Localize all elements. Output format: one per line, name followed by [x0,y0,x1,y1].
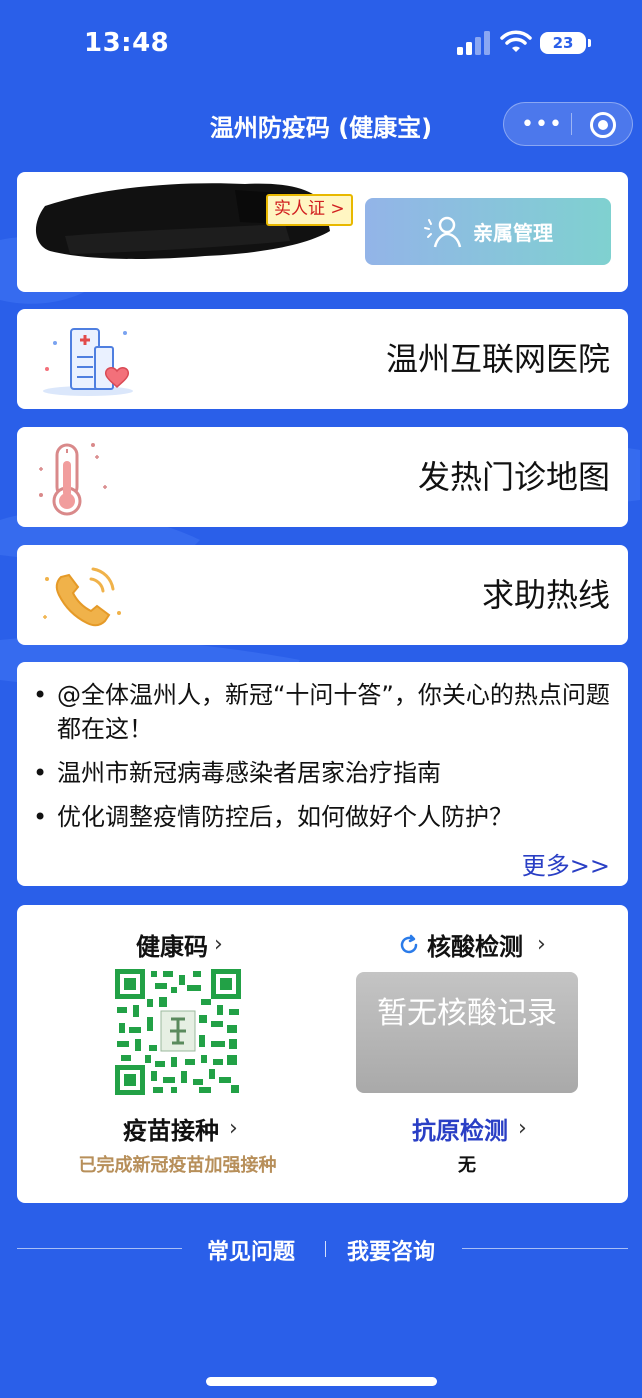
footer-divider-right [462,1248,628,1249]
antigen-test-value: 无 [458,1155,476,1176]
news-card: @全体温州人，新冠“十问十答”，你关心的热点问题都在这！ 温州市新冠病毒感染者居… [17,662,628,886]
wifi-icon [500,30,532,52]
refresh-icon[interactable] [397,933,421,957]
redacted-name-scribble [35,183,331,259]
family-members-icon [424,216,462,247]
footer-divider-left [17,1248,182,1249]
real-name-verify-tag[interactable]: 实人证 > [266,194,353,226]
service-card-help-hotline[interactable]: 求助热线 [17,545,628,645]
phone-icon [43,567,121,627]
faq-link[interactable]: 常见问题 [207,1234,295,1266]
health-code-title: 健康码 [136,933,208,961]
footer-separator [325,1241,326,1257]
antigen-test-title: 抗原检测 [412,1117,508,1145]
news-item[interactable]: @全体温州人，新冠“十问十答”，你关心的热点问题都在这！ [31,678,621,746]
thermometer-icon [39,443,107,516]
service-label: 发热门诊地图 [417,458,610,496]
news-item[interactable]: 优化调整疫情防控后，如何做好个人防护？ [31,800,621,834]
hospital-icon [43,328,133,396]
service-card-fever-clinic-map[interactable]: 发热门诊地图 [17,427,628,527]
clock: 13:48 [84,28,170,58]
no-nat-record-box: 暂无核酸记录 [356,972,578,1093]
health-qr-code[interactable] [115,969,241,1095]
news-item[interactable]: 温州市新冠病毒感染者居家治疗指南 [31,756,621,790]
antigen-test-link[interactable]: 抗原检测 › [412,1111,527,1146]
chevron-right-icon: › [214,932,223,957]
battery-icon: 23 [540,32,586,54]
cellular-signal-icon [457,31,490,55]
health-status-card: 健康码 › 核酸检测 › 暂无核酸记录 疫苗接种 › 已完成新冠疫苗加强接种 抗… [17,905,628,1203]
capsule-divider [571,113,572,135]
service-label: 求助热线 [481,576,610,614]
consult-link[interactable]: 我要咨询 [347,1234,435,1266]
service-card-internet-hospital[interactable]: 温州互联网医院 [17,309,628,409]
miniapp-capsule: ••• [503,102,633,146]
vaccine-status-text: 已完成新冠疫苗加强接种 [78,1155,277,1176]
vaccine-title: 疫苗接种 [123,1117,219,1145]
service-label: 温州互联网医院 [385,340,610,378]
chevron-right-icon: › [518,1116,527,1141]
more-dots-icon[interactable]: ••• [518,103,566,145]
chevron-right-icon: › [537,932,546,957]
home-indicator[interactable] [206,1377,437,1386]
family-management-label: 亲属管理 [473,221,553,245]
status-bar: 13:48 23 [0,0,642,90]
user-card: 实人证 > 亲属管理 [17,172,628,292]
nat-test-title: 核酸检测 [427,933,523,961]
nat-test-link[interactable]: 核酸检测 › [397,927,546,962]
chevron-right-icon: › [229,1116,238,1141]
footer-links: 常见问题 我要咨询 [0,1228,642,1272]
family-management-button[interactable]: 亲属管理 [365,198,611,265]
vaccine-link[interactable]: 疫苗接种 › [123,1111,238,1146]
more-news-link[interactable]: 更多>> [522,846,610,881]
news-list: @全体温州人，新冠“十问十答”，你关心的热点问题都在这！ 温州市新冠病毒感染者居… [31,678,621,844]
health-code-link[interactable]: 健康码 › [136,927,223,962]
battery-tip [588,39,591,47]
close-miniapp-icon[interactable] [590,112,616,138]
